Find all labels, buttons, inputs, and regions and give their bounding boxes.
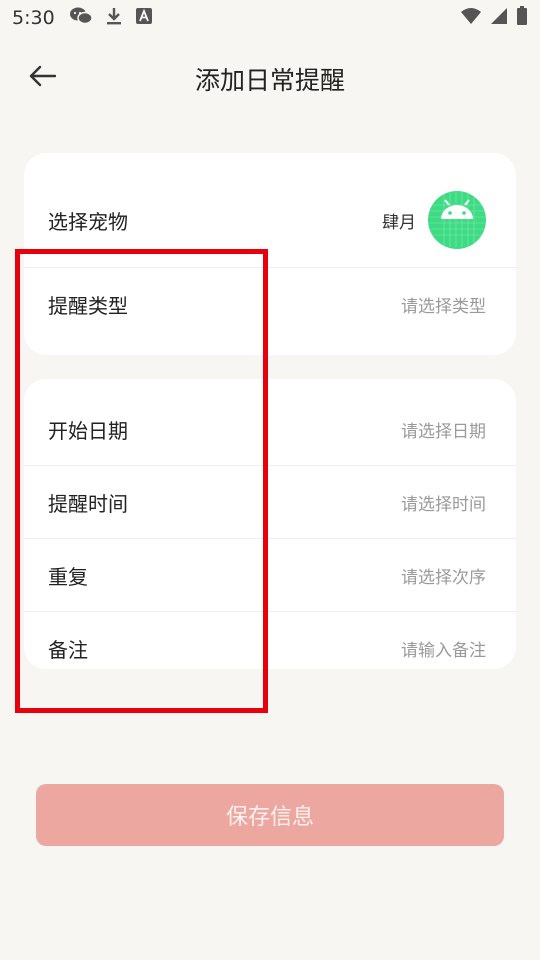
reminder-type-label: 提醒类型	[48, 294, 128, 318]
reminder-type-row[interactable]: 提醒类型 请选择类型	[24, 268, 516, 341]
status-time: 5:30	[12, 7, 55, 29]
repeat-row[interactable]: 重复 请选择次序	[24, 539, 516, 612]
arrow-left-icon	[28, 65, 57, 91]
back-button[interactable]	[22, 58, 62, 98]
select-pet-label: 选择宠物	[48, 209, 128, 234]
pet-avatar[interactable]	[428, 191, 486, 249]
schedule-card: 开始日期 请选择日期 提醒时间 请选择时间 重复 请选择次序 备注 请输入备注	[24, 379, 516, 669]
signal-icon	[490, 7, 508, 29]
select-pet-row[interactable]: 选择宠物 肆月	[24, 153, 516, 268]
pet-name: 肆月	[382, 212, 416, 233]
start-date-row[interactable]: 开始日期 请选择日期	[24, 379, 516, 466]
note-placeholder: 请输入备注	[401, 641, 486, 661]
font-a-icon	[135, 7, 153, 29]
reminder-time-row[interactable]: 提醒时间 请选择时间	[24, 466, 516, 539]
reminder-time-label: 提醒时间	[48, 491, 128, 516]
wechat-icon	[69, 6, 93, 30]
page-title: 添加日常提醒	[194, 66, 345, 95]
save-button[interactable]: 保存信息	[36, 784, 504, 846]
start-date-placeholder: 请选择日期	[401, 421, 486, 442]
status-icons-left	[69, 6, 153, 30]
pet-card: 选择宠物 肆月 提醒类型 请选择类型	[24, 153, 516, 355]
reminder-time-placeholder: 请选择时间	[401, 494, 486, 515]
repeat-label: 重复	[48, 564, 88, 589]
note-row[interactable]: 备注 请输入备注	[24, 612, 516, 669]
wifi-icon	[460, 7, 482, 29]
download-icon	[105, 6, 123, 30]
start-date-label: 开始日期	[48, 418, 128, 443]
status-bar: 5:30	[0, 0, 540, 36]
reminder-type-placeholder: 请选择类型	[401, 297, 486, 317]
nav-bar: 添加日常提醒	[0, 40, 540, 118]
battery-icon	[516, 6, 528, 30]
repeat-placeholder: 请选择次序	[401, 567, 486, 588]
android-icon	[428, 191, 486, 249]
note-label: 备注	[48, 638, 88, 662]
status-icons-right	[460, 6, 528, 30]
